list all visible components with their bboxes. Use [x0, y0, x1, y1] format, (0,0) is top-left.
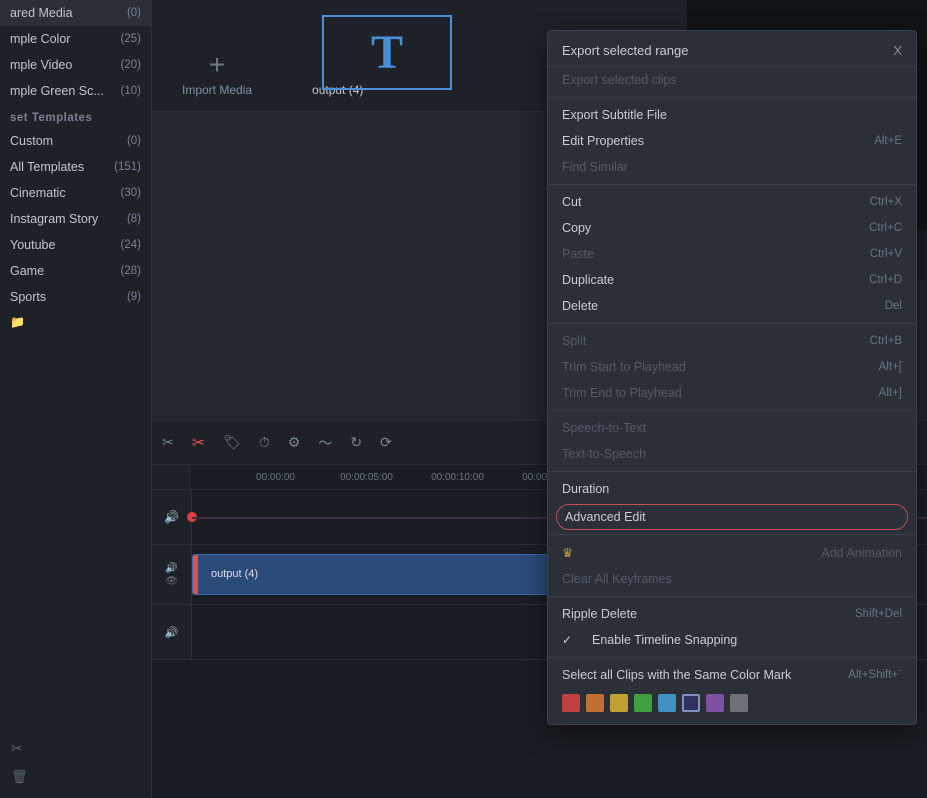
- color-swatch-gray[interactable]: [730, 694, 748, 712]
- sidebar-item-youtube[interactable]: Youtube (24): [0, 232, 151, 258]
- menu-item-speech-to-text: Speech-to-Text: [548, 415, 916, 441]
- menu-item-clear-keyframes: Clear All Keyframes: [548, 566, 916, 592]
- menu-separator-5: [548, 471, 916, 472]
- menu-item-export-clips: Export selected clips: [548, 67, 916, 93]
- menu-item-add-animation: ♛ Add Animation: [548, 539, 916, 566]
- tag-icon[interactable]: 🏷: [223, 434, 241, 451]
- menu-item-paste: Paste Ctrl+V: [548, 241, 916, 267]
- menu-item-delete[interactable]: Delete Del: [548, 293, 916, 319]
- sidebar-item-game[interactable]: Game (28): [0, 258, 151, 284]
- track-label-2: 🔊 👁: [152, 545, 192, 604]
- color-swatch-green[interactable]: [634, 694, 652, 712]
- context-menu-title: Export selected range: [562, 43, 688, 58]
- context-menu: Export selected range X Export selected …: [547, 30, 917, 725]
- sidebar-item-cinematic[interactable]: Cinematic (30): [0, 180, 151, 206]
- refresh-icon[interactable]: ⟳: [380, 434, 392, 451]
- trash-icon[interactable]: 🗑: [5, 766, 34, 788]
- sidebar-item-sports[interactable]: Sports (9): [0, 284, 151, 310]
- menu-separator-3: [548, 323, 916, 324]
- color-swatch-red[interactable]: [562, 694, 580, 712]
- menu-item-trim-start: Trim Start to Playhead Alt+[: [548, 354, 916, 380]
- menu-item-find-similar: Find Similar: [548, 154, 916, 180]
- check-mark-icon: ✓: [562, 633, 572, 647]
- import-media-button[interactable]: + Import Media: [152, 51, 282, 97]
- color-swatches: [548, 688, 916, 720]
- clock-icon[interactable]: ⏱: [259, 434, 270, 451]
- crown-icon: ♛: [562, 545, 573, 560]
- menu-item-select-color-mark[interactable]: Select all Clips with the Same Color Mar…: [548, 662, 916, 688]
- menu-item-advanced-edit[interactable]: Advanced Edit: [556, 504, 908, 530]
- sidebar-item-all-templates[interactable]: All Templates (151): [0, 154, 151, 180]
- sidebar: ared Media (0) mple Color (25) mple Vide…: [0, 0, 152, 798]
- menu-separator-4: [548, 410, 916, 411]
- menu-item-export-subtitle[interactable]: Export Subtitle File: [548, 102, 916, 128]
- menu-separator-1: [548, 97, 916, 98]
- track-audio-icon: 🔊: [164, 510, 179, 524]
- sidebar-section-templates: set Templates: [0, 104, 151, 128]
- clip-label: output (4): [211, 568, 258, 580]
- scissors-icon[interactable]: ✂: [192, 433, 205, 453]
- sidebar-item-instagram-story[interactable]: Instagram Story (8): [0, 206, 151, 232]
- menu-separator-2: [548, 184, 916, 185]
- menu-item-duration[interactable]: Duration: [548, 476, 916, 502]
- color-swatch-dark-blue[interactable]: [682, 694, 700, 712]
- menu-item-text-to-speech: Text-to-Speech: [548, 441, 916, 467]
- import-media-label: Import Media: [182, 83, 252, 97]
- menu-item-edit-properties[interactable]: Edit Properties Alt+E: [548, 128, 916, 154]
- text-element-box[interactable]: T: [322, 15, 452, 90]
- track-label-1: 🔊: [152, 490, 192, 544]
- menu-item-ripple-delete[interactable]: Ripple Delete Shift+Del: [548, 601, 916, 627]
- context-menu-header: Export selected range X: [548, 35, 916, 67]
- clip-red-indicator: [193, 555, 198, 594]
- context-menu-close-button[interactable]: X: [893, 43, 902, 58]
- main-area: + Import Media output (4) T ▶ ✂ ✂ 🏷 ⏱ ⚙ …: [152, 0, 927, 798]
- sidebar-item-mple-color[interactable]: mple Color (25): [0, 26, 151, 52]
- menu-item-copy[interactable]: Copy Ctrl+C: [548, 215, 916, 241]
- menu-separator-7: [548, 596, 916, 597]
- color-swatch-cyan[interactable]: [658, 694, 676, 712]
- text-element-letter: T: [371, 25, 403, 80]
- color-swatch-purple[interactable]: [706, 694, 724, 712]
- waveform-icon[interactable]: 〜: [318, 433, 332, 453]
- menu-item-cut[interactable]: Cut Ctrl+X: [548, 189, 916, 215]
- folder-icon: 📁: [10, 315, 25, 329]
- menu-separator-8: [548, 657, 916, 658]
- sidebar-item-mple-video[interactable]: mple Video (20): [0, 52, 151, 78]
- menu-item-duplicate[interactable]: Duplicate Ctrl+D: [548, 267, 916, 293]
- menu-item-trim-end: Trim End to Playhead Alt+]: [548, 380, 916, 406]
- track-audio-icon-2: 🔊: [165, 563, 177, 574]
- rotate-icon[interactable]: ↻: [350, 434, 362, 451]
- clip-block-output[interactable]: output (4): [192, 554, 596, 595]
- cut-icon[interactable]: ✂: [5, 737, 34, 760]
- plus-icon: +: [209, 51, 225, 79]
- menu-item-timeline-snapping[interactable]: ✓ Enable Timeline Snapping: [548, 627, 916, 653]
- sidebar-item-custom[interactable]: Custom (0): [0, 128, 151, 154]
- track-audio-icon-3: 🔊: [165, 626, 179, 639]
- sidebar-folder-icon: 📁: [0, 310, 151, 334]
- sliders-icon[interactable]: ⚙: [288, 434, 301, 451]
- menu-separator-6: [548, 534, 916, 535]
- color-swatch-yellow[interactable]: [610, 694, 628, 712]
- cut-tool-icon[interactable]: ✂: [162, 434, 174, 451]
- color-swatch-orange[interactable]: [586, 694, 604, 712]
- menu-item-split: Split Ctrl+B: [548, 328, 916, 354]
- track-label-3: 🔊: [152, 605, 192, 659]
- sidebar-item-ared-media[interactable]: ared Media (0): [0, 0, 151, 26]
- track-eye-icon: 👁: [165, 576, 178, 587]
- sidebar-item-mple-green[interactable]: mple Green Sc... (10): [0, 78, 151, 104]
